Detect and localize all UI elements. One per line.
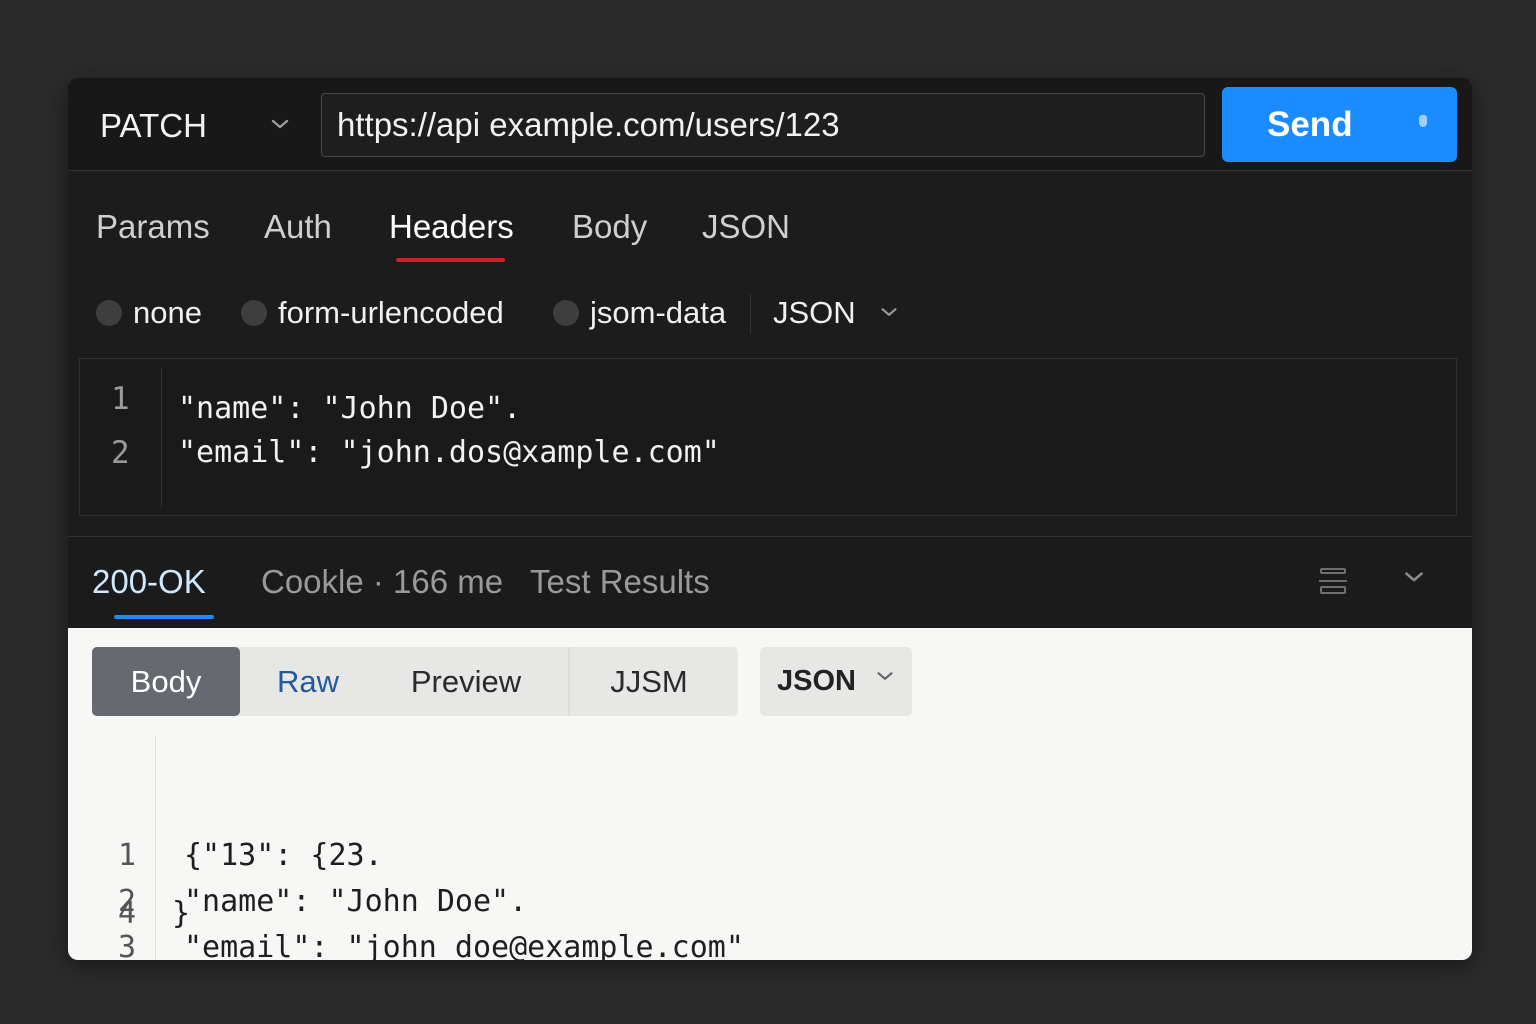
radio-circle — [241, 300, 267, 326]
divider — [750, 294, 751, 334]
code-line: "email": "john doe@example.com" — [184, 930, 744, 960]
gutter-divider — [155, 736, 156, 960]
body-format-select[interactable]: JSON — [773, 295, 900, 330]
radio-none[interactable]: none — [96, 295, 202, 330]
code-line: "name": "John Doe". — [178, 391, 522, 426]
line-number: 4 — [118, 896, 137, 931]
status-badge[interactable]: 200-OK — [92, 563, 206, 601]
view-tab-body[interactable]: Body — [92, 647, 240, 716]
send-indicator — [1419, 115, 1427, 127]
line-number: 1 — [118, 838, 137, 873]
tab-auth[interactable]: Auth — [264, 208, 332, 246]
code-line: {"13": {23. — [184, 838, 383, 873]
line-number: 1 — [111, 381, 130, 417]
response-format-select[interactable]: JSON — [760, 647, 912, 716]
chevron-down-icon — [881, 308, 897, 316]
gutter-divider — [161, 367, 162, 507]
tab-headers[interactable]: Headers — [389, 208, 514, 246]
method-select[interactable]: PATCH — [100, 106, 290, 146]
request-body-editor[interactable]: 1 "name": "John Doe". 2 "email": "john.d… — [79, 358, 1457, 516]
tab-test-results[interactable]: Test Results — [530, 563, 710, 601]
line-number: 3 — [118, 930, 137, 960]
request-tabs: Params Auth Headers Body JSON — [68, 170, 1472, 262]
radio-label: jsom-data — [590, 295, 727, 330]
tab-body[interactable]: Body — [572, 208, 647, 246]
code-line: } — [172, 896, 191, 931]
tab-json[interactable]: JSON — [702, 208, 790, 246]
send-label: Send — [1267, 105, 1353, 144]
tab-params[interactable]: Params — [96, 208, 210, 246]
response-status-bar: 200-OK Cookle · 166 me Test Results — [68, 536, 1472, 629]
active-tab-indicator — [396, 258, 505, 262]
url-bar: PATCH Send — [68, 78, 1472, 171]
radio-jsom-data[interactable]: jsom-data — [553, 295, 727, 330]
response-view-tabs: Body Raw Preview JJSM — [92, 647, 738, 716]
view-tab-jjsm[interactable]: JJSM — [570, 647, 728, 716]
body-format-label: JSON — [773, 295, 856, 330]
response-panel: Body Raw Preview JJSM JSON 1 {"13": {23.… — [68, 628, 1472, 960]
chevron-down-icon — [271, 119, 289, 129]
code-line: "name": "John Doe". — [184, 884, 528, 919]
radio-circle — [96, 300, 122, 326]
line-number: 2 — [111, 435, 130, 471]
tab-cookies[interactable]: Cookle · 166 me — [261, 563, 503, 601]
body-type-options: none form-urlencoded jsom-data JSON — [68, 278, 1472, 348]
radio-circle — [553, 300, 579, 326]
url-input[interactable] — [321, 93, 1205, 157]
radio-form-urlencoded[interactable]: form-urlencoded — [241, 295, 504, 330]
api-client-window: PATCH Send Params Auth Headers Body JSON… — [68, 78, 1472, 960]
chevron-down-icon — [877, 671, 893, 680]
status-tab-indicator — [114, 615, 214, 619]
code-line: "email": "john.dos@xample.com" — [178, 435, 720, 470]
view-tab-raw[interactable]: Raw — [240, 647, 376, 716]
response-format-label: JSON — [777, 665, 856, 697]
send-button[interactable]: Send — [1222, 87, 1457, 162]
chevron-down-icon[interactable] — [1401, 565, 1427, 591]
layout-icon[interactable] — [1317, 565, 1349, 597]
radio-label: none — [133, 295, 202, 330]
radio-label: form-urlencoded — [278, 295, 504, 330]
method-label: PATCH — [100, 107, 207, 144]
view-tab-preview[interactable]: Preview — [376, 647, 556, 716]
